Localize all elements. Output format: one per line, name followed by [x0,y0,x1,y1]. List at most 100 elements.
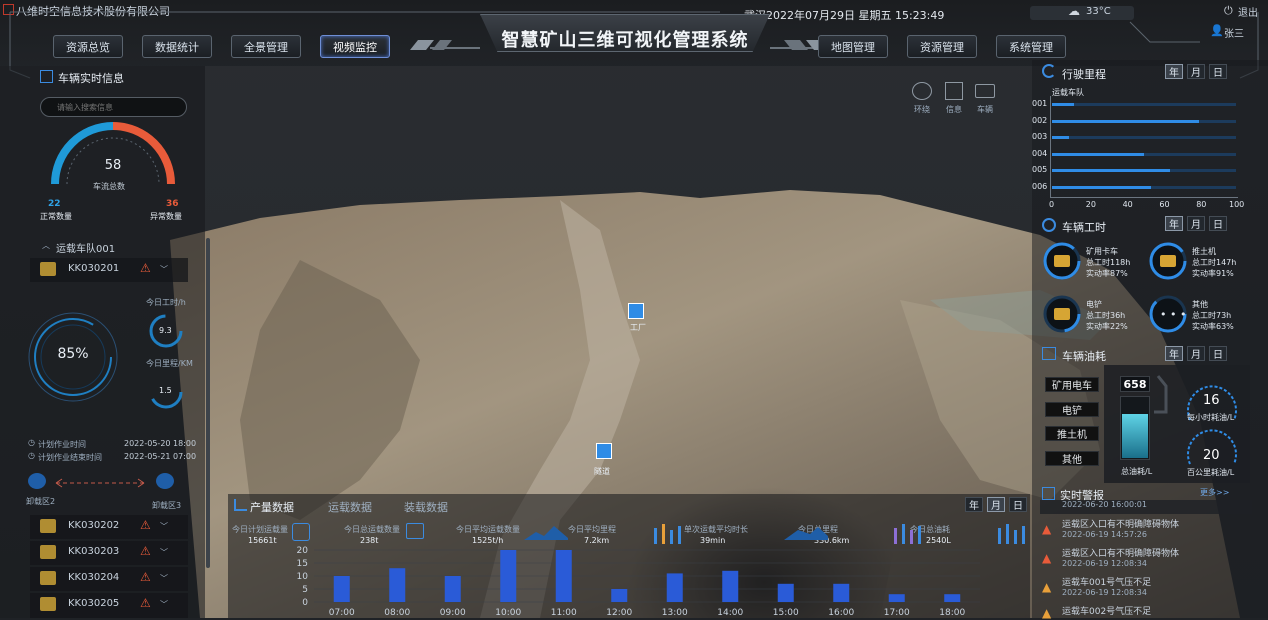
mining-truck-icon [1054,255,1070,267]
area-sparkline-icon [784,527,828,540]
fuel-type-electric-truck[interactable]: 矿用电车 [1045,377,1099,392]
expand-chevron-icon[interactable]: ﹀ [160,521,168,532]
alert-text[interactable]: 运载车002号气压不足 [1062,604,1151,617]
production-bar[interactable] [833,583,850,602]
bars-sparkline-icon [894,524,921,544]
nav-resource-management[interactable]: 资源管理 [907,35,977,58]
tool-info-label[interactable]: 信息 [946,104,962,115]
mileage-tick-label: 0 [1049,200,1055,209]
fuel-type-shovel[interactable]: 电铲 [1045,402,1099,417]
alarm-icon: ⚠ [140,596,151,610]
tab-transport-data[interactable]: 运载数据 [328,499,372,515]
y-tick-label: 10 [297,572,309,582]
tunnel-marker-icon[interactable] [596,443,612,459]
clock-icon: ◷ [28,451,35,460]
vehicle-search-input[interactable] [40,97,187,117]
y-tick-label: 5 [302,585,308,595]
worktime-tab-month[interactable]: 月 [1187,216,1205,231]
production-bar[interactable] [389,568,406,602]
fuel-total-label: 总油耗/L [1121,467,1153,476]
plan-start-label: 计划作业时间 [38,440,86,449]
mileage-tick-label: 20 [1085,200,1096,209]
vehicle-tool-icon[interactable] [975,84,995,98]
nav-panorama-management[interactable]: 全景管理 [231,35,301,58]
production-bar-chart: 0 5 10 15 20 07:00 08:00 09:00 10:00 11:00 12:00 13… [297,546,980,618]
expand-chevron-icon[interactable]: ﹀ [160,547,168,558]
expand-chevron-icon[interactable]: ﹀ [160,264,168,275]
route-arrow [55,478,145,488]
expand-chevron-icon[interactable]: ﹀ [160,599,168,610]
nav-video-monitoring[interactable]: 视频监控 [320,35,390,58]
list-icon [40,70,53,83]
nav-resource-overview[interactable]: 资源总览 [53,35,123,58]
worktime-total: 总工时73h [1192,311,1232,320]
mileage-tick-label: 40 [1122,200,1133,209]
mileage-tab-day[interactable]: 日 [1209,64,1227,79]
fuel-tab-year[interactable]: 年 [1165,346,1183,361]
production-bar[interactable] [888,594,905,602]
mileage-bar [1052,119,1200,123]
production-bar[interactable] [333,576,350,602]
alerts-more-link[interactable]: 更多>> [1200,487,1229,498]
production-tab-month[interactable]: 月 [987,497,1005,512]
production-bar[interactable] [777,583,794,602]
factory-marker-icon[interactable] [628,303,644,319]
nav-data-statistics[interactable]: 数据统计 [142,35,212,58]
alert-text[interactable]: 运载区入口有不明确障碍物体 [1062,546,1179,559]
doc-icon [406,523,424,539]
fleet-name[interactable]: 运载车队001 [56,240,115,255]
plan-end-label: 计划作业结束时间 [38,453,102,462]
production-bar[interactable] [500,550,517,602]
x-tick-label: 09:00 [440,608,466,618]
tab-loading-data[interactable]: 装载数据 [404,499,448,515]
tunnel-marker-label: 隧道 [594,467,610,476]
bulldozer-icon [1160,255,1176,267]
fuel-tank-level [1122,414,1148,458]
nav-map-management[interactable]: 地图管理 [818,35,888,58]
alert-text[interactable]: 运载区入口有不明确障碍物体 [1062,517,1179,530]
mileage-tab-year[interactable]: 年 [1165,64,1183,79]
orbit-icon[interactable] [912,82,932,100]
utilization-percent: 85% [57,346,89,362]
fuel-tab-day[interactable]: 日 [1209,346,1227,361]
left-scrollbar[interactable] [206,238,210,568]
mileage-tab-month[interactable]: 月 [1187,64,1205,79]
fuel-tab-month[interactable]: 月 [1187,346,1205,361]
fuel-type-other[interactable]: 其他 [1045,451,1099,466]
tool-vehicle-label[interactable]: 车辆 [977,104,993,115]
expand-chevron-icon[interactable]: ﹀ [160,573,168,584]
production-bar[interactable] [944,594,961,602]
worktime-name: 电铲 [1086,300,1102,309]
mileage-series-label: 运载车队 [1052,88,1084,97]
nav-system-management[interactable]: 系统管理 [996,35,1066,58]
worktime-tab-year[interactable]: 年 [1165,216,1183,231]
stat-label: 今日总运载数量 [344,525,400,534]
tab-production-data[interactable]: 产量数据 [250,499,294,515]
mileage-row-label: 002 [1032,115,1048,125]
worktime-rate: 实动率91% [1192,269,1234,278]
worktime-rate: 实动率63% [1192,322,1234,331]
production-bar[interactable] [444,576,461,602]
production-tab-year[interactable]: 年 [965,497,983,512]
fuel-km-label: 百公里耗油/L [1187,468,1235,477]
production-bar[interactable] [555,550,572,602]
production-tab-day[interactable]: 日 [1009,497,1027,512]
stat-value: 15661t [248,536,277,545]
tool-orbit-label[interactable]: 环绕 [914,104,930,115]
worktime-name: 推土机 [1192,247,1216,256]
abnormal-count-value: 36 [166,199,179,209]
x-tick-label: 16:00 [828,608,854,618]
mileage-today-label: 今日里程/KM [146,359,193,368]
truck-icon [40,519,56,533]
production-bar[interactable] [611,589,628,602]
stat-label: 单次运载平均时长 [684,525,748,534]
bars-sparkline-icon [998,524,1025,544]
production-bar[interactable] [722,570,739,602]
info-icon[interactable] [945,82,963,100]
fuel-type-bulldozer[interactable]: 推土机 [1045,426,1099,441]
production-bar[interactable] [666,573,683,602]
alert-text[interactable]: 运载车001号气压不足 [1062,575,1151,588]
system-title: 智慧矿山三维可视化管理系统 [501,30,749,51]
collapse-chevron-icon[interactable]: ︿ [42,240,50,251]
worktime-tab-day[interactable]: 日 [1209,216,1227,231]
